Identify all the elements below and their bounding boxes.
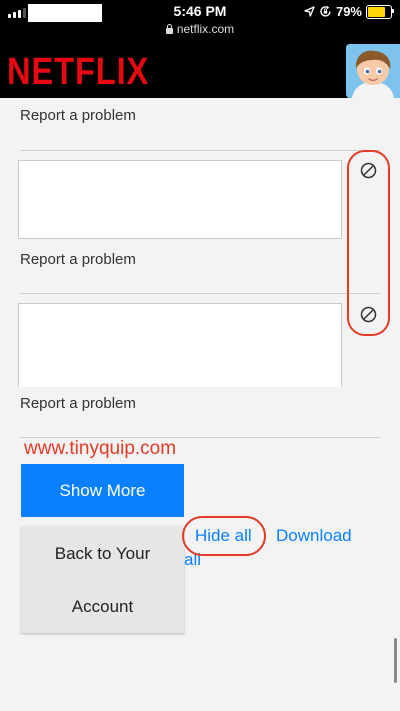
back-to-account-button[interactable]: Back to Your Account <box>21 526 184 633</box>
report-problem-link[interactable]: Report a problem <box>20 395 136 412</box>
divider <box>20 150 380 151</box>
show-more-button[interactable]: Show More <box>21 464 184 517</box>
address-bar[interactable]: netflix.com <box>0 22 400 36</box>
battery-icon <box>366 4 394 19</box>
annotation-highlight <box>347 150 390 336</box>
divider <box>20 293 380 294</box>
status-indicators: 79% <box>304 4 394 19</box>
battery-fill <box>368 6 386 17</box>
watermark: www.tinyquip.com <box>24 438 177 459</box>
battery-percent: 79% <box>335 4 362 19</box>
orientation-lock-icon <box>320 5 331 17</box>
report-problem-link[interactable]: Report a problem <box>20 107 136 124</box>
scrollbar[interactable] <box>394 638 397 683</box>
content-area: Report a problem Report a problem Report… <box>0 98 400 711</box>
netflix-logo[interactable]: NETFLIX <box>7 51 149 94</box>
back-button-label-line2: Account <box>71 597 134 616</box>
profile-avatar[interactable] <box>346 44 400 98</box>
back-button-label-line1: Back to Your <box>54 544 151 563</box>
address-url: netflix.com <box>176 22 235 36</box>
site-header: NETFLIX <box>0 44 400 98</box>
title-card[interactable] <box>18 303 342 387</box>
avatar-icon <box>346 44 400 98</box>
location-icon <box>304 6 315 17</box>
title-card[interactable] <box>18 160 342 239</box>
annotation-highlight <box>182 516 266 556</box>
report-problem-link[interactable]: Report a problem <box>20 251 136 268</box>
status-bar: 5:46 PM netflix.com 79% <box>0 0 400 44</box>
download-all-link[interactable]: Download <box>276 526 352 546</box>
lock-icon <box>165 24 173 34</box>
